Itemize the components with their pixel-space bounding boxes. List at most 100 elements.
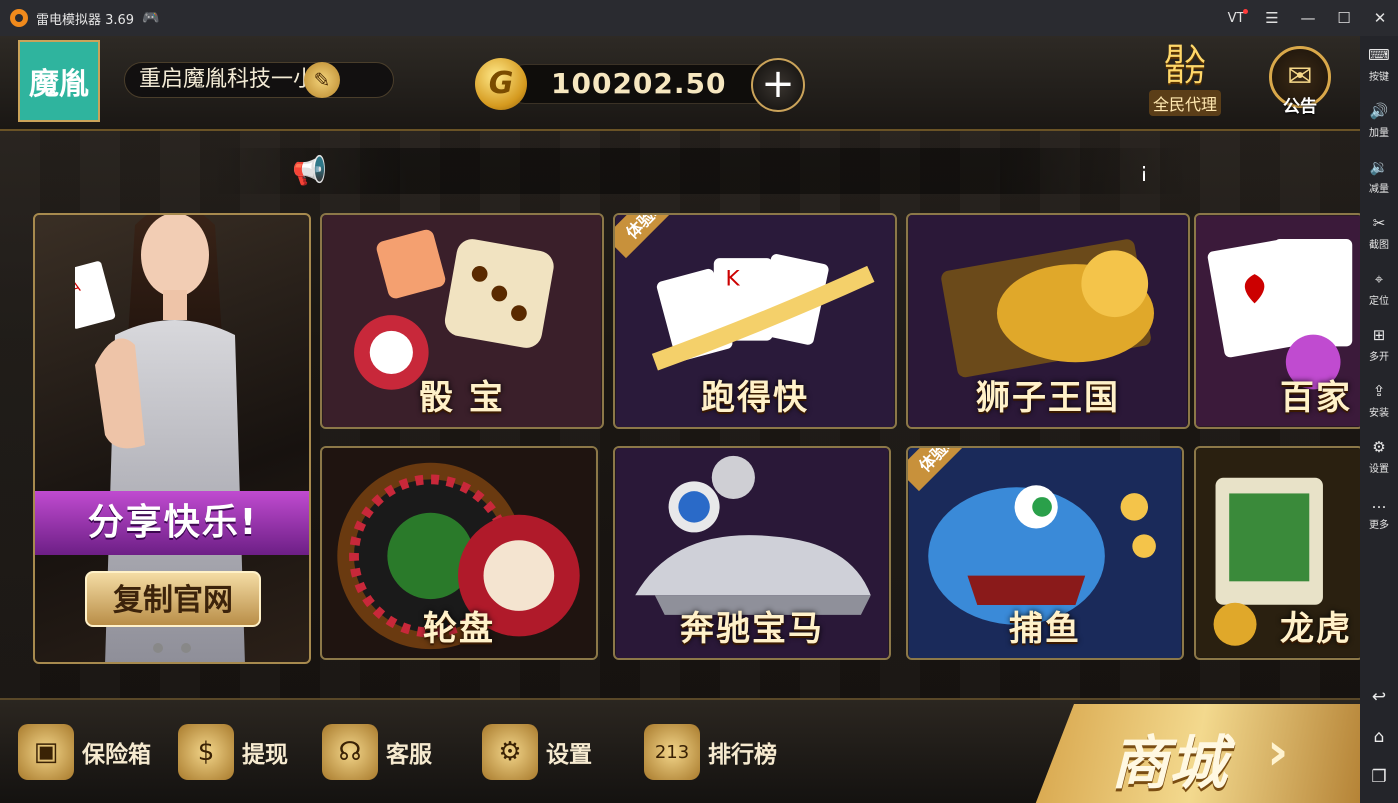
agent-caption: 全民代理 (1148, 90, 1221, 116)
bottom-item-label: 保险箱 (82, 742, 151, 768)
share-banner: 分享快乐! (35, 491, 309, 555)
sidebar-item-volume-up[interactable]: 🔊 加量 (1360, 92, 1398, 148)
game-tile-label: 狮子王国 (976, 378, 1120, 418)
home-icon[interactable]: ⌂ (1360, 717, 1398, 757)
window-controls: VT ☰ — ☐ ✕ (1218, 0, 1398, 36)
shop-button[interactable]: 商城 › (1035, 704, 1360, 803)
carousel-dot[interactable] (181, 643, 191, 653)
carousel-dots (153, 643, 191, 653)
svg-text:K: K (726, 267, 741, 292)
agent-line-2: 百万 (1165, 62, 1205, 86)
carousel-dot-active[interactable] (153, 643, 163, 653)
edit-name-pencil-icon[interactable]: ✎ (304, 62, 340, 98)
game-tile-fishing[interactable]: 体验场 捕鱼 (906, 446, 1184, 660)
agent-promo-button[interactable]: 月入 百万 全民代理 (1140, 44, 1230, 126)
back-icon[interactable]: ↩ (1360, 677, 1398, 717)
game-tile-roulette[interactable]: 轮盘 (320, 446, 598, 660)
app-logo-icon (10, 9, 28, 27)
bottom-item-label: 提现 (242, 742, 288, 768)
sidebar-item-location[interactable]: ⌖ 定位 (1360, 260, 1398, 316)
sidebar-item-volume-down[interactable]: 🔉 减量 (1360, 148, 1398, 204)
customer-service-button[interactable]: ☊ 客服 (322, 722, 432, 782)
sidebar-item-label: 加量 (1369, 127, 1389, 139)
more-icon: … (1371, 493, 1387, 512)
location-icon: ⌖ (1374, 269, 1384, 288)
player-nickname: 重启魔胤科技一小杨 (124, 62, 394, 98)
game-tile-baccarat[interactable]: 百家 (1194, 213, 1360, 429)
vt-indicator[interactable]: VT (1218, 8, 1254, 26)
game-tile-benz-bmw[interactable]: 奔驰宝马 (613, 446, 891, 660)
gear-icon: ⚙ (482, 724, 538, 780)
leaderboard-button[interactable]: 213 排行榜 (644, 722, 777, 782)
emulator-window: 雷电模拟器 3.69 🎮 VT ☰ — ☐ ✕ ⌨ 按键 🔊 加量 🔉 减量 ✂ 截图 … (0, 0, 1398, 803)
sidebar-item-label: 多开 (1369, 351, 1389, 363)
game-tile-sicbo[interactable]: 骰 宝 (320, 213, 604, 429)
copy-website-button[interactable]: 复制官网 (85, 571, 261, 627)
marquee-cursor: ¡ (1140, 158, 1149, 182)
volume-up-icon: 🔊 (1369, 101, 1389, 120)
notice-label: 公告 (1283, 97, 1317, 117)
vt-label: VT (1227, 10, 1245, 26)
minimize-icon[interactable]: — (1290, 9, 1326, 27)
sidebar-item-label: 定位 (1369, 295, 1389, 307)
game-tile-paodekuai[interactable]: K 体验场 跑得快 (613, 213, 897, 429)
sidebar-item-keymap[interactable]: ⌨ 按键 (1360, 36, 1398, 92)
announcement-marquee: 📢 ¡ (210, 148, 1190, 194)
headset-icon: ☊ (322, 724, 378, 780)
recent-apps-icon[interactable]: ❐ (1360, 757, 1398, 797)
sidebar-item-label: 设置 (1369, 463, 1389, 475)
podium-icon: 213 (644, 724, 700, 780)
gamepad-icon[interactable]: 🎮 (142, 10, 159, 26)
bottom-item-label: 设置 (546, 742, 592, 768)
withdraw-button[interactable]: $ 提现 (178, 722, 288, 782)
volume-down-icon: 🔉 (1369, 157, 1389, 176)
gear-icon: ⚙ (1372, 437, 1386, 456)
game-header: 魔胤 重启魔胤科技一小杨 ✎ G 100202.50 + 月入 百万 全民代理 … (0, 36, 1360, 131)
share-promo-card[interactable]: A 分享快乐! 复制官网 (33, 213, 311, 664)
title-bar: 雷电模拟器 3.69 🎮 VT ☰ — ☐ ✕ (0, 0, 1398, 36)
android-nav: ↩ ⌂ ❐ (1360, 677, 1398, 797)
scissors-icon: ✂ (1372, 213, 1386, 232)
game-tile-label: 龙虎 (1280, 609, 1352, 649)
game-tile-lion-kingdom[interactable]: 狮子王国 (906, 213, 1190, 429)
shop-label: 商城 (1111, 729, 1228, 797)
bottom-item-label: 排行榜 (708, 742, 777, 768)
game-tile-label: 捕鱼 (1009, 609, 1081, 649)
sidebar-item-multi-open[interactable]: ⊞ 多开 (1360, 316, 1398, 372)
emulator-sidebar: ⌨ 按键 🔊 加量 🔉 减量 ✂ 截图 ⌖ 定位 ⊞ 多开 ⇪ 安装 ⚙ 设置 … 更多 ↩ ⌂ … (1360, 36, 1398, 803)
game-tile-label: 奔驰宝马 (680, 609, 824, 649)
apk-install-icon: ⇪ (1372, 381, 1386, 400)
game-tile-label: 跑得快 (701, 378, 809, 418)
megaphone-icon: 📢 (292, 154, 327, 187)
maximize-icon[interactable]: ☐ (1326, 9, 1362, 27)
sidebar-item-settings[interactable]: ⚙ 设置 (1360, 428, 1398, 484)
sidebar-item-label: 截图 (1369, 239, 1389, 251)
settings-button[interactable]: ⚙ 设置 (482, 722, 592, 782)
notice-button[interactable]: ✉ 公告 (1266, 46, 1334, 122)
coin-balance: 100202.50 (551, 67, 727, 100)
multi-open-icon: ⊞ (1372, 325, 1386, 344)
sidebar-item-label: 按键 (1369, 71, 1389, 83)
sidebar-item-install[interactable]: ⇪ 安装 (1360, 372, 1398, 428)
sidebar-item-label: 减量 (1369, 183, 1389, 195)
chevron-right-icon: › (1267, 722, 1289, 782)
keyboard-icon: ⌨ (1368, 45, 1390, 64)
game-tile-label: 骰 宝 (419, 378, 505, 418)
avatar[interactable]: 魔胤 (18, 40, 100, 122)
gold-coin-icon: G (475, 58, 527, 110)
safe-box-button[interactable]: ▣ 保险箱 (18, 722, 151, 782)
menu-icon[interactable]: ☰ (1254, 9, 1290, 27)
close-icon[interactable]: ✕ (1362, 9, 1398, 27)
game-screen: 魔胤 重启魔胤科技一小杨 ✎ G 100202.50 + 月入 百万 全民代理 … (0, 36, 1360, 803)
game-tile-dragon-tiger[interactable]: 龙虎 (1194, 446, 1360, 660)
window-title: 雷电模拟器 3.69 (36, 12, 135, 28)
bottom-item-label: 客服 (386, 742, 432, 768)
sidebar-item-more[interactable]: … 更多 (1360, 484, 1398, 540)
coins-icon: $ (178, 724, 234, 780)
sidebar-item-screenshot[interactable]: ✂ 截图 (1360, 204, 1398, 260)
add-coins-button[interactable]: + (751, 58, 805, 112)
sidebar-item-label: 更多 (1369, 519, 1389, 531)
sidebar-item-label: 安装 (1369, 407, 1389, 419)
vt-alert-dot (1243, 8, 1248, 14)
safe-icon: ▣ (18, 724, 74, 780)
